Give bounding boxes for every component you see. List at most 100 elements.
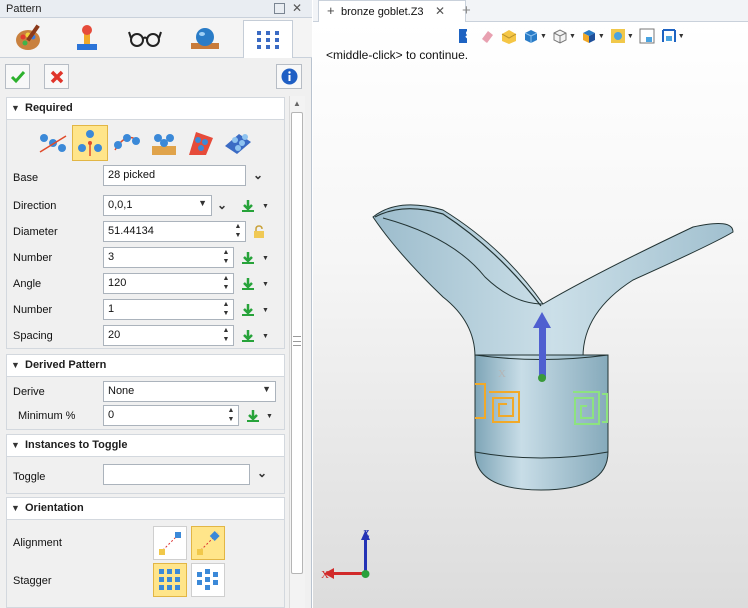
- sphere-tab[interactable]: [180, 20, 230, 56]
- svg-text:X: X: [498, 368, 506, 380]
- required-section-header[interactable]: ▼ Required: [6, 97, 285, 119]
- base-label: Base: [13, 172, 39, 184]
- variable-pattern-icon[interactable]: [220, 125, 256, 161]
- grid-staggered-icon: [197, 569, 218, 590]
- toggle-section-header[interactable]: ▼ Instances to Toggle: [6, 434, 285, 456]
- spinner-icon[interactable]: ▲ ▼: [221, 274, 231, 293]
- required-header-label: Required: [25, 102, 73, 114]
- spacing-value: 20: [108, 329, 121, 341]
- dropdown-arrow-icon[interactable]: ▼: [262, 384, 271, 394]
- options-caret-icon[interactable]: ▼: [266, 413, 273, 420]
- orientation-section-header[interactable]: ▼ Orientation: [6, 497, 285, 519]
- info-button[interactable]: [276, 64, 302, 89]
- spinner-icon[interactable]: ▲ ▼: [221, 300, 231, 319]
- pick-download-icon[interactable]: [246, 409, 260, 423]
- spinner-icon[interactable]: ▲ ▼: [233, 222, 243, 241]
- toggle-field[interactable]: [103, 464, 250, 485]
- diameter-label: Diameter: [13, 226, 58, 238]
- minimum-label: Minimum %: [18, 410, 76, 422]
- pick-download-icon[interactable]: [241, 199, 255, 213]
- ok-cancel-bar: [0, 58, 304, 94]
- options-caret-icon[interactable]: ▼: [262, 333, 269, 340]
- pattern-panel: Pattern ✕ ▲ ▼ Required Base 28 picked ⌄ …: [0, 0, 312, 608]
- panel-title: Pattern: [6, 3, 42, 15]
- scroll-grip-icon: [293, 336, 301, 346]
- number-label: Number: [13, 304, 53, 316]
- derived-section-header[interactable]: ▼ Derived Pattern: [6, 354, 285, 376]
- panel-title-bar: Pattern ✕: [0, 0, 312, 18]
- options-caret-icon[interactable]: ▼: [262, 307, 269, 314]
- orientation-section-body: [6, 519, 285, 608]
- orientation-header-label: Orientation: [25, 502, 84, 514]
- panel-tab-bar: [0, 18, 312, 59]
- number-field[interactable]: 1 ▲ ▼: [103, 299, 234, 320]
- scroll-up-icon[interactable]: ▲: [291, 97, 303, 109]
- pattern-along-curve-icon[interactable]: [109, 125, 145, 161]
- doc-pin-icon[interactable]: +: [327, 3, 335, 18]
- direction-value: 0,0,1: [108, 199, 133, 211]
- cancel-button[interactable]: [44, 64, 69, 89]
- derive-value: None: [108, 385, 135, 397]
- diameter-field[interactable]: 51.44134 ▲ ▼: [103, 221, 246, 242]
- ok-button[interactable]: [5, 64, 30, 89]
- document-tab-bar: + bronze goblet.Z3 ✕: [313, 0, 748, 22]
- align-rotated-icon: [197, 531, 220, 555]
- collapse-triangle-icon: ▼: [11, 103, 20, 113]
- stagger-option-2[interactable]: [191, 563, 225, 597]
- direction-field[interactable]: 0,0,1 ▼: [103, 195, 212, 216]
- align-option-1[interactable]: [153, 526, 187, 560]
- palette-tab[interactable]: [4, 20, 54, 56]
- align-option-2[interactable]: [191, 526, 225, 560]
- document-tab-name: bronze goblet.Z3: [341, 6, 424, 18]
- pick-download-icon[interactable]: [241, 251, 255, 265]
- expand-chevron-icon[interactable]: ⌄: [253, 168, 263, 182]
- pin-icon[interactable]: [274, 3, 285, 14]
- expand-chevron-icon[interactable]: ⌄: [217, 198, 227, 212]
- add-tab-icon[interactable]: +: [462, 2, 471, 19]
- circular-pattern-icon[interactable]: [72, 125, 108, 161]
- dropdown-arrow-icon[interactable]: ▼: [198, 198, 207, 208]
- collapse-triangle-icon: ▼: [11, 360, 20, 370]
- spacing-field[interactable]: 20 ▲ ▼: [103, 325, 234, 346]
- spacing-label: Spacing: [13, 330, 53, 342]
- goblet-model[interactable]: X: [313, 22, 748, 608]
- pattern-type-selector: [35, 125, 256, 161]
- pattern-on-face-icon[interactable]: [146, 125, 182, 161]
- close-panel-icon[interactable]: ✕: [292, 1, 302, 15]
- z-axis: [364, 538, 367, 572]
- glasses-tab[interactable]: [120, 20, 170, 56]
- options-caret-icon[interactable]: ▼: [262, 255, 269, 262]
- lock-icon[interactable]: [252, 225, 266, 239]
- spinner-icon[interactable]: ▲ ▼: [221, 248, 231, 267]
- pattern-tab[interactable]: [243, 20, 293, 59]
- pick-download-icon[interactable]: [241, 277, 255, 291]
- spinner-icon[interactable]: ▲ ▼: [226, 406, 236, 425]
- stagger-option-1[interactable]: [153, 563, 187, 597]
- grid-aligned-icon: [159, 569, 180, 590]
- number-field[interactable]: 3 ▲ ▼: [103, 247, 234, 268]
- minimum-field[interactable]: 0 ▲ ▼: [103, 405, 239, 426]
- pick-download-icon[interactable]: [241, 329, 255, 343]
- checkmark-icon: [10, 70, 25, 83]
- stamp-tool-icon: [77, 25, 97, 50]
- base-value: 28 picked: [108, 169, 156, 181]
- angle-field[interactable]: 120 ▲ ▼: [103, 273, 234, 294]
- derive-select[interactable]: None ▼: [103, 381, 276, 402]
- alignment-label: Alignment: [13, 537, 62, 549]
- axis-triad: Z X: [321, 528, 370, 581]
- document-tab[interactable]: + bronze goblet.Z3 ✕: [318, 0, 466, 22]
- sphere-on-base-icon: [191, 28, 219, 49]
- toggle-label: Toggle: [13, 471, 46, 483]
- expand-chevron-icon[interactable]: ⌄: [257, 466, 267, 480]
- close-tab-icon[interactable]: ✕: [435, 4, 445, 18]
- options-caret-icon[interactable]: ▼: [262, 203, 269, 210]
- linear-pattern-icon[interactable]: [35, 125, 71, 161]
- info-icon: [281, 68, 297, 85]
- pattern-fill-icon[interactable]: [183, 125, 219, 161]
- pick-download-icon[interactable]: [241, 303, 255, 317]
- x-axis: [332, 572, 366, 575]
- spinner-icon[interactable]: ▲ ▼: [221, 326, 231, 345]
- stamp-tool-tab[interactable]: [62, 20, 112, 56]
- base-field[interactable]: 28 picked: [103, 165, 246, 186]
- options-caret-icon[interactable]: ▼: [262, 281, 269, 288]
